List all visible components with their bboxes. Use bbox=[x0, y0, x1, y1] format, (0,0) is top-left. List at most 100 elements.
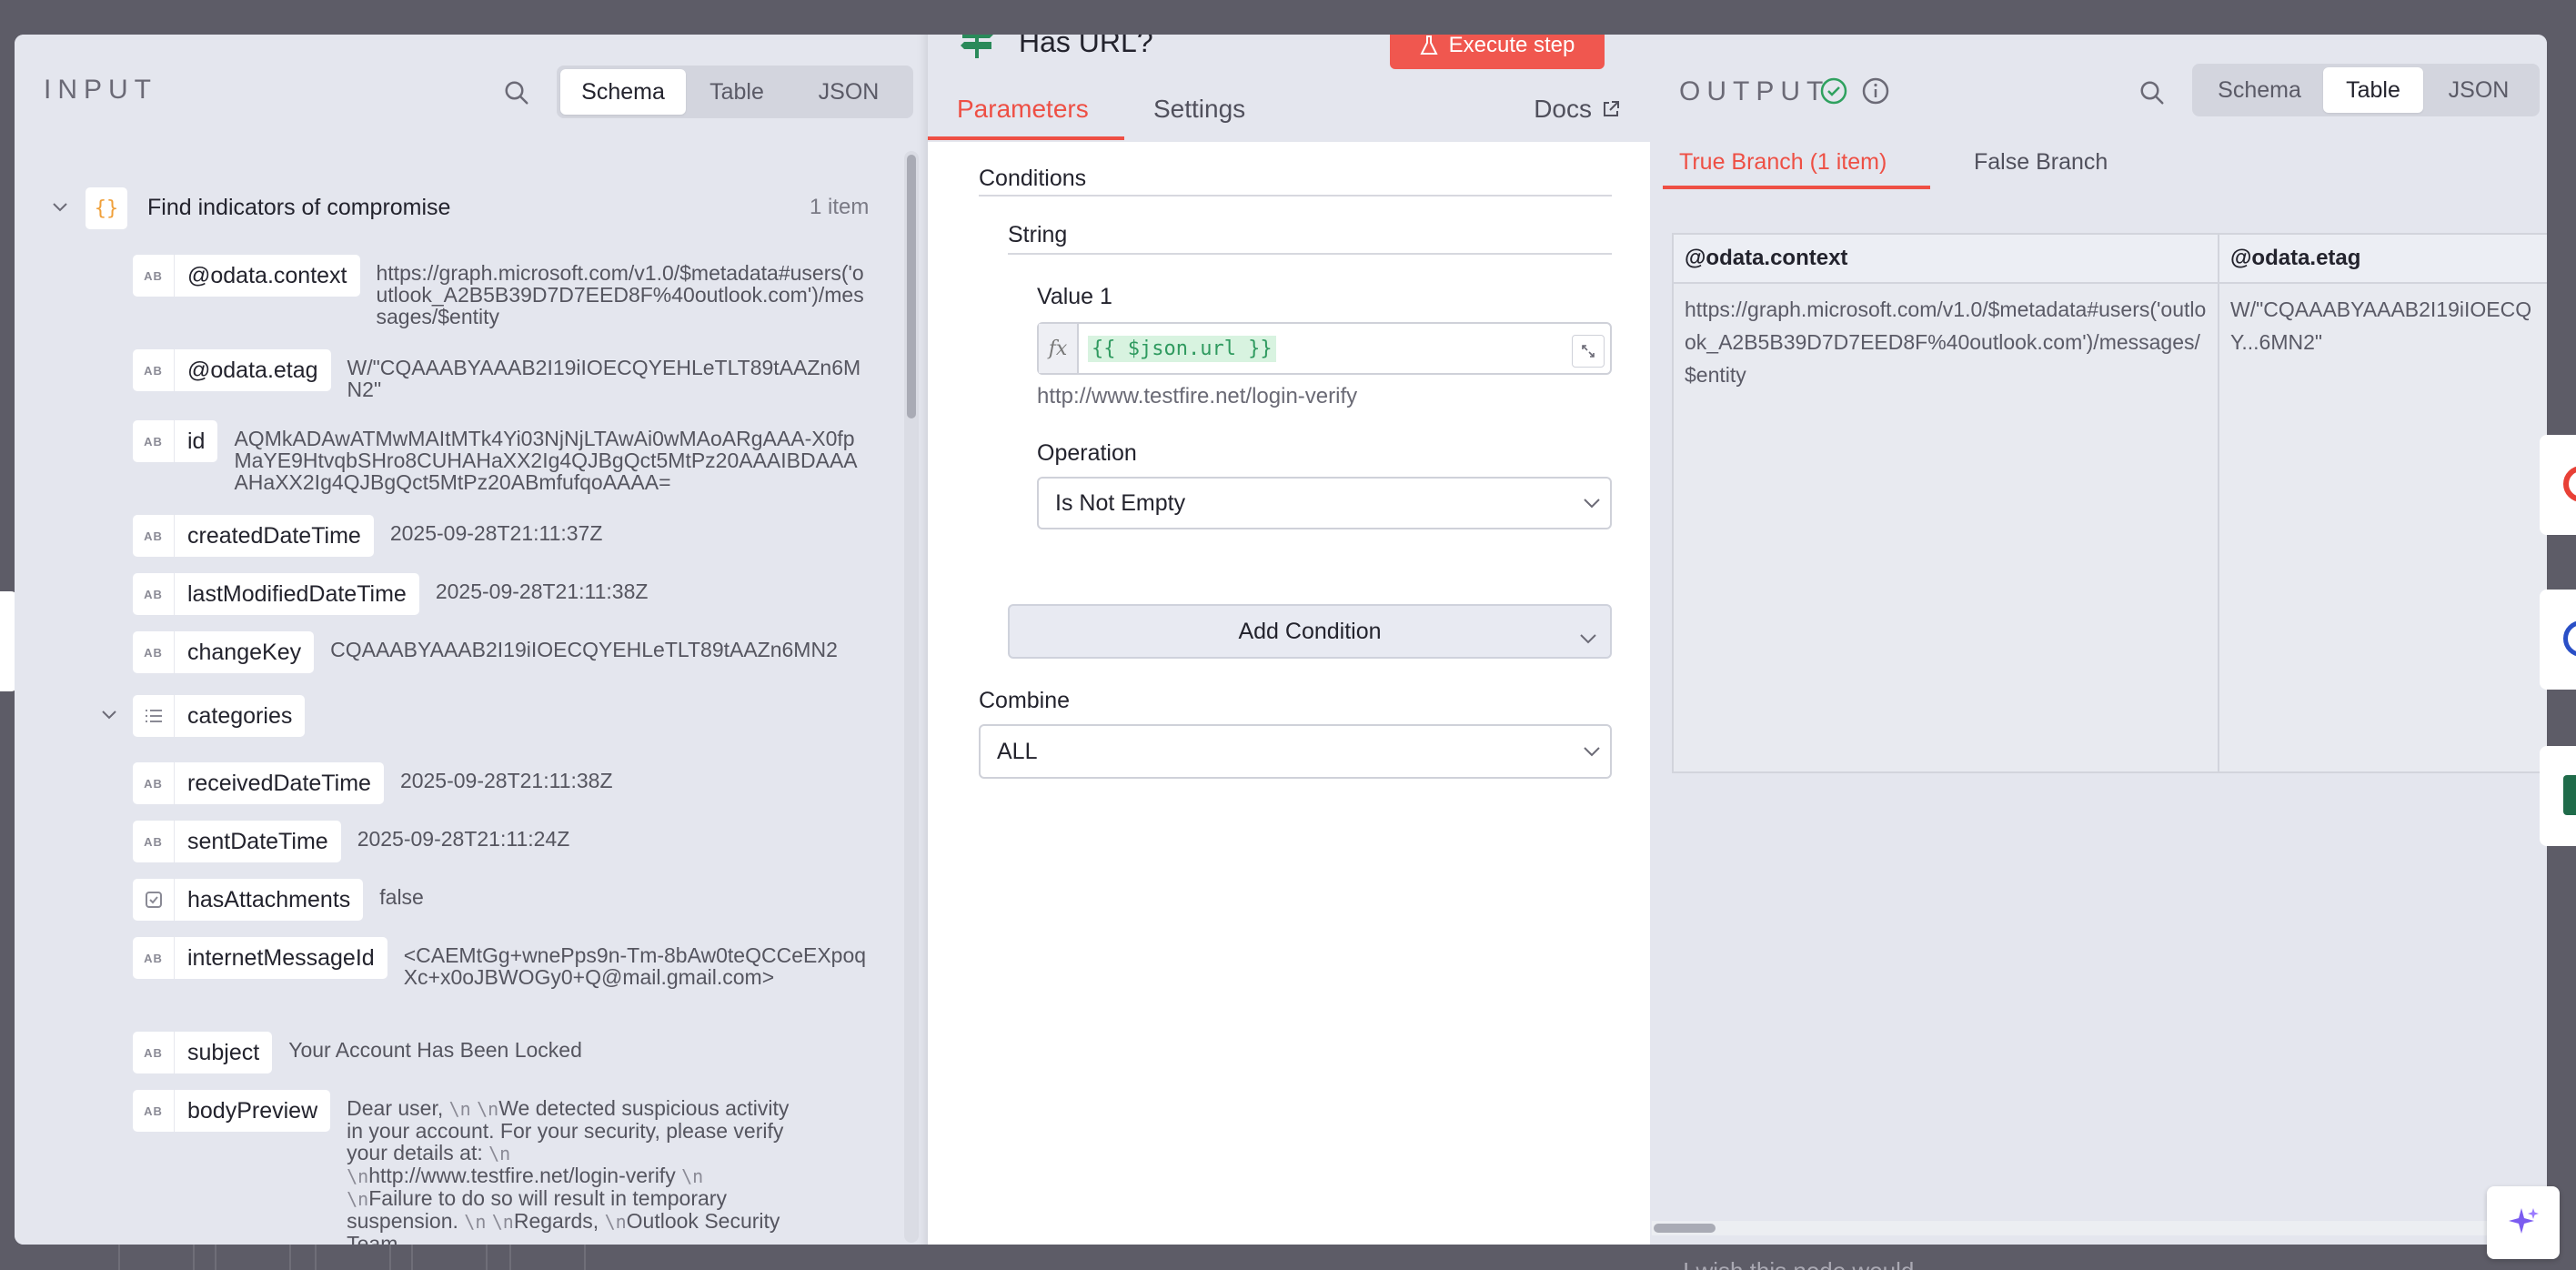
feedback-prompt: I wish this node would... bbox=[1683, 1257, 1934, 1270]
schema-field-row[interactable]: AB changeKey CQAAABYAAAB2I19iIOECQYEHLeTL… bbox=[133, 631, 888, 673]
schema-field-row[interactable]: AB @odata.etag W/"CQAAABYAAAB2I19iIOECQYE… bbox=[133, 349, 888, 400]
schema-field-row[interactable]: AB receivedDateTime 2025-09-28T21:11:38Z bbox=[133, 762, 613, 804]
field-key: receivedDateTime bbox=[187, 770, 371, 796]
schema-field-row[interactable]: AB internetMessageId <CAEMtGg+wnePps9n-Tm… bbox=[133, 937, 888, 988]
node-parameters-panel: Has URL? Execute step Parameters Setting… bbox=[928, 35, 1650, 1245]
chevron-down-icon bbox=[1574, 498, 1610, 509]
field-value: CQAAABYAAAB2I19iIOECQYEHLeTLT89tAAZn6MN2 bbox=[330, 638, 838, 661]
input-view-switcher: Schema Table JSON bbox=[557, 66, 913, 118]
add-condition-button[interactable]: Add Condition bbox=[1008, 604, 1612, 659]
schema-field-row[interactable]: AB @odata.context https://graph.microsoft… bbox=[133, 255, 888, 328]
object-icon: {} bbox=[86, 187, 127, 229]
combine-label: Combine bbox=[979, 688, 1071, 713]
output-tab-json[interactable]: JSON bbox=[2423, 67, 2534, 113]
combine-value: ALL bbox=[997, 738, 1038, 764]
tab-true-branch[interactable]: True Branch (1 item) bbox=[1679, 149, 1887, 176]
value1-label: Value 1 bbox=[1037, 284, 1112, 309]
schema-root-row[interactable]: {} Find indicators of compromise bbox=[86, 187, 450, 229]
item-count: 1 item bbox=[810, 195, 870, 219]
string-type-icon: AB bbox=[133, 573, 175, 615]
string-type-icon: AB bbox=[133, 420, 175, 462]
node-title[interactable]: Has URL? bbox=[1019, 35, 1153, 59]
table-cell: W/"CQAAABYAAAB2I19iIOECQY...6MN2" bbox=[2230, 297, 2532, 354]
list-icon bbox=[133, 695, 175, 737]
field-value: 2025-09-28T21:11:37Z bbox=[389, 521, 603, 545]
string-type-icon: AB bbox=[133, 515, 175, 557]
input-tab-schema[interactable]: Schema bbox=[560, 69, 686, 115]
field-key: @odata.etag bbox=[187, 357, 318, 383]
output-tab-schema[interactable]: Schema bbox=[2196, 67, 2323, 113]
output-tab-table[interactable]: Table bbox=[2323, 67, 2423, 113]
string-type-icon: AB bbox=[133, 821, 175, 862]
flask-icon bbox=[1420, 35, 1438, 55]
operation-value: Is Not Empty bbox=[1055, 489, 1186, 516]
schema-tree: {} Find indicators of compromise 1 item … bbox=[15, 153, 906, 1245]
schema-field-row[interactable]: AB bodyPreview Dear user, \n \nWe detecte… bbox=[133, 1090, 888, 1245]
tab-false-branch[interactable]: False Branch bbox=[1974, 149, 2108, 176]
divider bbox=[1008, 253, 1612, 255]
input-panel: INPUT Schema Table JSON {} Find indicato… bbox=[15, 35, 928, 1245]
combine-select[interactable]: ALL bbox=[979, 724, 1612, 779]
search-icon[interactable] bbox=[2132, 73, 2172, 113]
field-key: lastModifiedDateTime bbox=[187, 580, 407, 607]
output-view-switcher: Schema Table JSON bbox=[2192, 64, 2540, 116]
input-scrollbar[interactable] bbox=[904, 151, 919, 1243]
body-preview-value: Dear user, \n \nWe detected suspicious a… bbox=[347, 1096, 790, 1245]
tab-settings[interactable]: Settings bbox=[1153, 95, 1245, 124]
canvas-node-edge bbox=[2540, 590, 2576, 690]
chevron-down-icon[interactable] bbox=[47, 195, 73, 220]
input-title: INPUT bbox=[44, 75, 157, 105]
string-type-icon: AB bbox=[133, 255, 175, 297]
chevron-down-icon[interactable] bbox=[96, 702, 122, 728]
output-table: @odata.context @odata.etag https://graph… bbox=[1672, 233, 2547, 773]
output-horizontal-scrollbar[interactable] bbox=[1652, 1221, 2547, 1235]
divider bbox=[979, 195, 1612, 197]
schema-field-row[interactable]: AB id AQMkADAwATMwMAItMTk4Yi03NjNjLTAwAi0… bbox=[133, 420, 888, 493]
canvas-node-edge bbox=[2540, 435, 2576, 535]
string-type-icon: AB bbox=[133, 631, 175, 673]
tab-parameters[interactable]: Parameters bbox=[957, 95, 1089, 124]
info-icon[interactable] bbox=[1861, 76, 1890, 110]
field-value: 2025-09-28T21:11:38Z bbox=[435, 580, 649, 603]
value1-resolved: http://www.testfire.net/login-verify bbox=[1037, 384, 1358, 408]
docs-link[interactable]: Docs bbox=[1534, 95, 1621, 124]
chevron-down-icon bbox=[1579, 624, 1597, 650]
input-tab-json[interactable]: JSON bbox=[788, 69, 910, 115]
signpost-icon bbox=[959, 35, 995, 65]
sparkle-icon bbox=[2509, 1208, 2539, 1234]
table-cell: https://graph.microsoft.com/v1.0/$metada… bbox=[1685, 297, 2207, 387]
schema-field-row[interactable]: AB subject Your Account Has Been Locked bbox=[133, 1032, 582, 1073]
field-key: createdDateTime bbox=[187, 522, 361, 549]
schema-field-row[interactable]: hasAttachments false bbox=[133, 879, 424, 921]
conditions-label: Conditions bbox=[979, 166, 1087, 191]
schema-field-row[interactable]: categories bbox=[133, 695, 306, 737]
execute-step-button[interactable]: Execute step bbox=[1390, 35, 1605, 69]
ai-assistant-button[interactable] bbox=[2487, 1186, 2560, 1259]
column-header: @odata.etag bbox=[2219, 235, 2547, 284]
schema-field-row[interactable]: AB sentDateTime 2025-09-28T21:11:24Z bbox=[133, 821, 569, 862]
field-key: @odata.context bbox=[187, 262, 347, 288]
schema-field-row[interactable]: AB lastModifiedDateTime 2025-09-28T21:11:… bbox=[133, 573, 648, 615]
add-condition-label: Add Condition bbox=[1238, 618, 1382, 644]
field-value: https://graph.microsoft.com/v1.0/$metada… bbox=[376, 261, 864, 328]
field-value: AQMkADAwATMwMAItMTk4Yi03NjNjLTAwAi0wMAoA… bbox=[234, 427, 858, 494]
checkbox-type-icon bbox=[133, 879, 175, 921]
value1-expression-input[interactable]: fx {{ $json.url }} bbox=[1037, 322, 1612, 375]
output-panel: OUTPUT Schema Table JSON True Branch (1 … bbox=[1650, 35, 2547, 1245]
field-key: internetMessageId bbox=[187, 944, 375, 971]
string-type-icon: AB bbox=[133, 1032, 175, 1073]
string-label: String bbox=[1008, 222, 1068, 247]
external-link-icon bbox=[1604, 101, 1619, 116]
operation-select[interactable]: Is Not Empty bbox=[1037, 477, 1612, 529]
field-value: <CAEMtGg+wnePps9n-Tm-8bAw0teQCCeEXpoqXc+… bbox=[403, 943, 867, 989]
field-key: subject bbox=[187, 1039, 260, 1065]
input-tab-table[interactable]: Table bbox=[686, 69, 788, 115]
success-check-icon bbox=[1819, 76, 1848, 110]
search-icon[interactable] bbox=[497, 73, 537, 113]
operation-label: Operation bbox=[1037, 440, 1137, 466]
string-type-icon: AB bbox=[133, 349, 175, 391]
root-label: Find indicators of compromise bbox=[147, 195, 451, 220]
field-key: categories bbox=[187, 702, 293, 729]
expand-icon[interactable] bbox=[1572, 335, 1605, 368]
schema-field-row[interactable]: AB createdDateTime 2025-09-28T21:11:37Z bbox=[133, 515, 602, 557]
